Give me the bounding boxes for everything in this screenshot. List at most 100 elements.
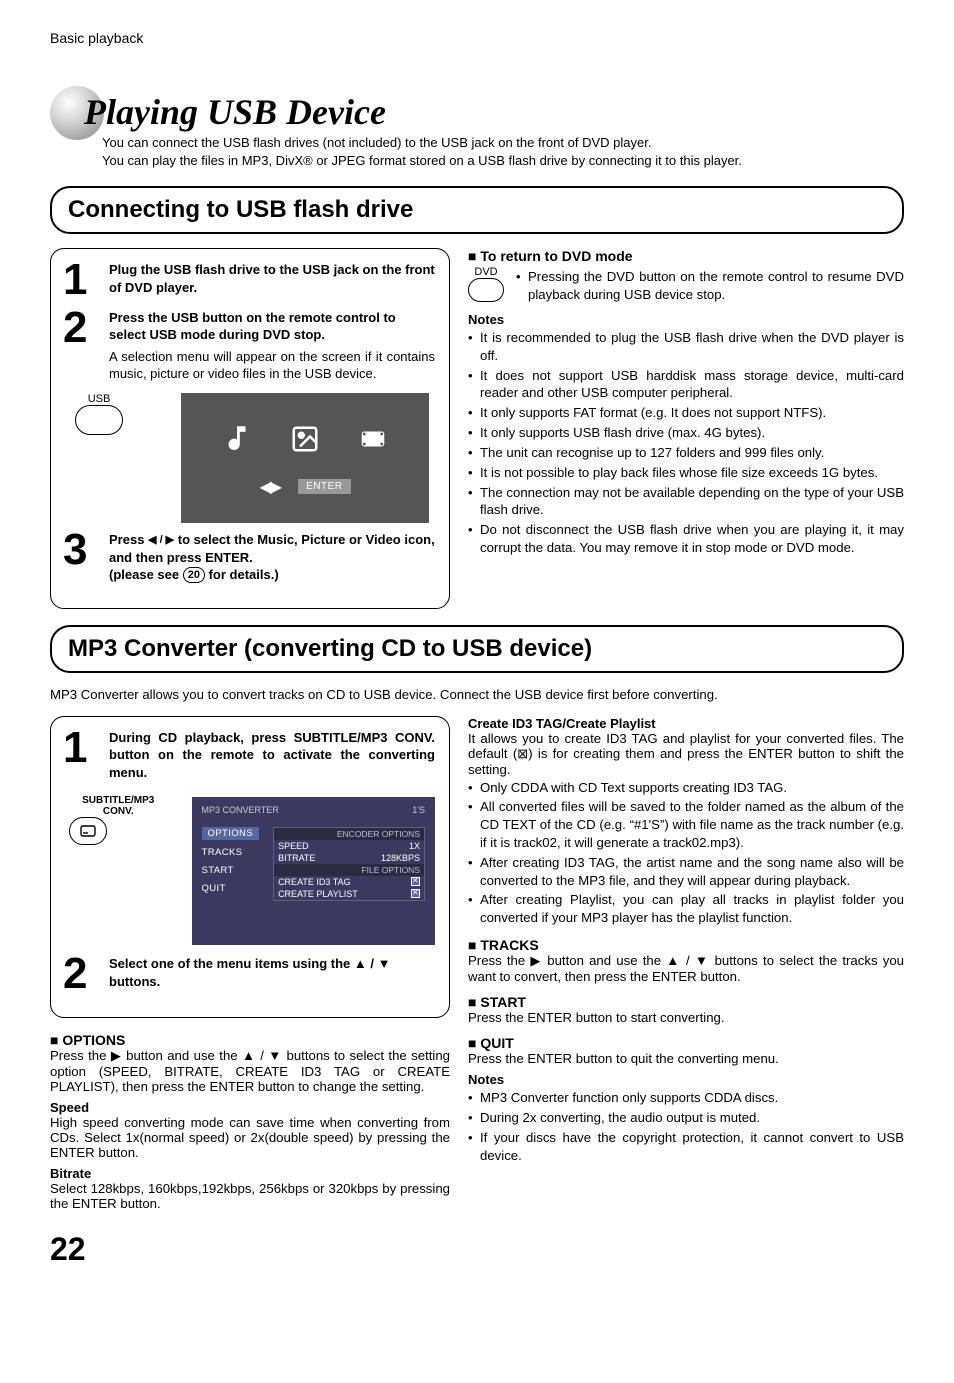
step-subline: (please see 20 for details.) xyxy=(109,566,435,584)
quit-text: Press the ENTER button to quit the conve… xyxy=(468,1051,904,1066)
intro-line: You can connect the USB flash drives (no… xyxy=(102,134,904,152)
page-reference-badge: 20 xyxy=(183,567,205,583)
subtitle-mp3-conv-button-icon xyxy=(69,817,107,845)
intro-line: You can play the files in MP3, DivX® or … xyxy=(102,152,904,170)
list-item: Only CDDA with CD Text supports creating… xyxy=(468,779,904,797)
note-item: MP3 Converter function only supports CDD… xyxy=(468,1089,904,1107)
screen-menu-item: QUIT xyxy=(202,883,260,894)
screen-option-row: CREATE PLAYLIST xyxy=(274,888,424,900)
title-row: Playing USB Device xyxy=(50,86,904,130)
step-title: Press ◀ / ▶ to select the Music, Picture… xyxy=(109,531,435,566)
screen-menu-item: START xyxy=(202,865,260,876)
steps-box-connecting: 1 Plug the USB flash drive to the USB ja… xyxy=(50,248,450,608)
step-1: 1 Plug the USB flash drive to the USB ja… xyxy=(63,261,435,298)
mp3-converter-screen-mock: MP3 CONVERTER 1'S OPTIONS TRACKS START Q… xyxy=(192,797,436,945)
bitrate-text: Select 128kbps, 160kbps,192kbps, 256kbps… xyxy=(50,1181,450,1211)
screen-option-row: BITRATE 128KBPS xyxy=(274,852,424,864)
return-dvd-heading: To return to DVD mode xyxy=(468,248,904,264)
subtitle-mp3-conv-label: SUBTITLE/MP3 CONV. xyxy=(69,795,168,817)
step-number: 2 xyxy=(63,955,99,992)
checkbox-icon xyxy=(411,889,420,898)
text: for details.) xyxy=(205,567,279,582)
notes-list-mp3: MP3 Converter function only supports CDD… xyxy=(468,1089,904,1164)
note-item: It only supports FAT format (e.g. It doe… xyxy=(468,404,904,422)
screen-option-row: CREATE ID3 TAG xyxy=(274,876,424,888)
list-item: After creating ID3 TAG, the artist name … xyxy=(468,854,904,890)
start-heading: START xyxy=(468,994,904,1010)
step-number: 2 xyxy=(63,309,99,383)
music-icon xyxy=(217,419,257,459)
mp3-step-1: 1 During CD playback, press SUBTITLE/MP3… xyxy=(63,729,435,782)
dvd-button-icon xyxy=(468,278,504,302)
speed-text: High speed converting mode can save time… xyxy=(50,1115,450,1160)
id3-heading: Create ID3 TAG/Create Playlist xyxy=(468,716,904,731)
nav-arrows-icon: ◀▶ xyxy=(259,477,280,497)
enter-button-mock: ENTER xyxy=(298,479,350,494)
notes-list: It is recommended to plug the USB flash … xyxy=(468,329,904,557)
step-number: 1 xyxy=(63,261,99,298)
note-item: It does not support USB harddisk mass st… xyxy=(468,367,904,403)
steps-box-mp3: 1 During CD playback, press SUBTITLE/MP3… xyxy=(50,716,450,1018)
step-2: 2 Press the USB button on the remote con… xyxy=(63,309,435,383)
list-item: All converted files will be saved to the… xyxy=(468,798,904,851)
note-item: The unit can recognise up to 127 folders… xyxy=(468,444,904,462)
bitrate-heading: Bitrate xyxy=(50,1166,450,1181)
picture-icon xyxy=(285,419,325,459)
usb-button-icon xyxy=(75,405,123,435)
screen-menu-item: OPTIONS xyxy=(202,827,260,840)
checkbox-icon xyxy=(411,877,420,886)
start-text: Press the ENTER button to start converti… xyxy=(468,1010,904,1025)
section-heading-mp3: MP3 Converter (converting CD to USB devi… xyxy=(50,625,904,673)
step-title-part: Press xyxy=(109,532,148,547)
id3-text: It allows you to create ID3 TAG and play… xyxy=(468,731,904,777)
mp3-intro: MP3 Converter allows you to convert trac… xyxy=(50,687,904,702)
step-title: During CD playback, press SUBTITLE/MP3 C… xyxy=(109,729,435,782)
file-options-heading: FILE OPTIONS xyxy=(274,864,424,876)
notes-heading: Notes xyxy=(468,1072,904,1087)
up-down-arrows-icon: ▲ / ▼ xyxy=(354,956,391,971)
step-title: Press the USB button on the remote contr… xyxy=(109,309,435,344)
notes-heading: Notes xyxy=(468,312,904,327)
text: Select one of the menu items using the xyxy=(109,956,354,971)
usb-button-label: USB xyxy=(75,393,123,405)
list-item: After creating Playlist, you can play al… xyxy=(468,891,904,927)
note-item: It is not possible to play back files wh… xyxy=(468,464,904,482)
screen-title: MP3 CONVERTER xyxy=(202,805,279,815)
video-icon xyxy=(353,419,393,459)
selection-menu-mock: ◀▶ ENTER xyxy=(181,393,429,523)
dvd-button-label: DVD xyxy=(468,266,504,278)
tracks-text: Press the ▶ button and use the ▲ / ▼ but… xyxy=(468,953,904,984)
screen-option-row: SPEED 1X xyxy=(274,840,424,852)
page-title: Playing USB Device xyxy=(84,94,386,130)
option-label: CREATE ID3 TAG xyxy=(278,877,351,887)
text: buttons. xyxy=(109,974,160,989)
screen-indicator: 1'S xyxy=(412,805,425,815)
id3-bullets: Only CDDA with CD Text supports creating… xyxy=(468,779,904,928)
step-title: Plug the USB flash drive to the USB jack… xyxy=(109,261,435,296)
breadcrumb: Basic playback xyxy=(50,30,904,46)
section-heading-connecting: Connecting to USB flash drive xyxy=(50,186,904,234)
option-label: SPEED xyxy=(278,841,309,851)
left-right-arrows-icon: ◀ / ▶ xyxy=(148,534,174,546)
step-number: 1 xyxy=(63,729,99,782)
return-dvd-bullet: Pressing the DVD button on the remote co… xyxy=(516,268,904,304)
step-description: A selection menu will appear on the scre… xyxy=(109,348,435,383)
option-label: BITRATE xyxy=(278,853,315,863)
step-title: Select one of the menu items using the ▲… xyxy=(109,955,435,990)
step-3: 3 Press ◀ / ▶ to select the Music, Pictu… xyxy=(63,531,435,584)
quit-heading: QUIT xyxy=(468,1035,904,1051)
note-item: It is recommended to plug the USB flash … xyxy=(468,329,904,365)
mp3-step-2: 2 Select one of the menu items using the… xyxy=(63,955,435,992)
step-number: 3 xyxy=(63,531,99,584)
note-item: It only supports USB flash drive (max. 4… xyxy=(468,424,904,442)
speed-heading: Speed xyxy=(50,1100,450,1115)
page-number: 22 xyxy=(50,1231,904,1268)
option-value: 128KBPS xyxy=(381,853,420,863)
options-text: Press the ▶ button and use the ▲ / ▼ but… xyxy=(50,1048,450,1094)
encoder-options-heading: ENCODER OPTIONS xyxy=(274,828,424,840)
note-item: The connection may not be available depe… xyxy=(468,484,904,520)
options-heading: OPTIONS xyxy=(50,1032,450,1048)
note-item: If your discs have the copyright protect… xyxy=(468,1129,904,1165)
screen-menu-item: TRACKS xyxy=(202,847,260,858)
note-item: During 2x converting, the audio output i… xyxy=(468,1109,904,1127)
